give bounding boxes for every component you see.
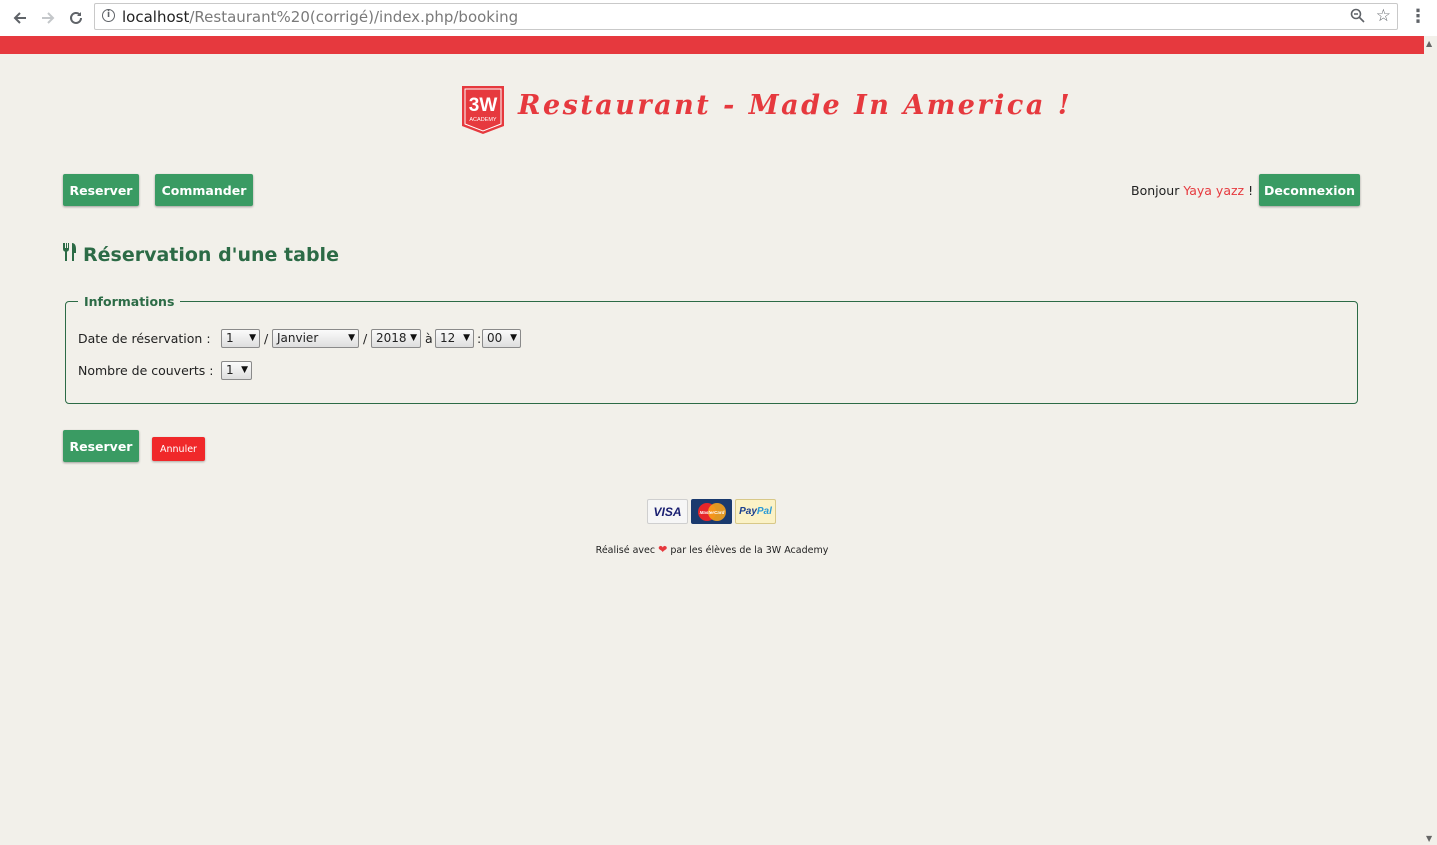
time-colon-separator: : [477, 331, 482, 346]
dropdown-arrow-icon: ▼ [510, 333, 517, 343]
day-select[interactable]: 1 ▼ [221, 329, 260, 348]
greeting-prefix: Bonjour [1131, 183, 1180, 198]
cancel-button[interactable]: Annuler [152, 437, 205, 461]
logo-subtext: ACADEMY [469, 117, 497, 123]
dropdown-arrow-icon: ▼ [241, 365, 248, 375]
reload-icon [70, 11, 82, 24]
header-accent-band [0, 36, 1424, 54]
browser-toolbar: i localhost/Restaurant%20(corrigé)/index… [0, 0, 1437, 36]
minute-select[interactable]: 00 ▼ [482, 329, 521, 348]
url-host: localhost [122, 8, 190, 26]
logo[interactable]: 3W ACADEMY [462, 86, 504, 134]
hour-value: 12 [440, 331, 456, 345]
year-value: 2018 [376, 331, 407, 345]
reload-button[interactable] [65, 7, 87, 29]
dropdown-arrow-icon: ▼ [463, 333, 470, 343]
fieldset-legend: Informations [84, 294, 175, 309]
minute-value: 00 [487, 331, 503, 345]
address-bar[interactable]: i localhost/Restaurant%20(corrigé)/index… [94, 3, 1398, 30]
page-title-text: Réservation d'une table [83, 243, 339, 266]
reserve-nav-button[interactable]: Reserver [63, 174, 139, 206]
url-text[interactable]: localhost/Restaurant%20(corrigé)/index.p… [122, 8, 518, 26]
dropdown-arrow-icon: ▼ [249, 333, 256, 343]
submit-reserve-button[interactable]: Reserver [63, 430, 139, 462]
footer-credit: Réalisé avec ❤ par les élèves de la 3W A… [0, 543, 1424, 556]
covers-select[interactable]: 1 ▼ [221, 361, 252, 380]
heart-icon: ❤ [658, 543, 668, 556]
scroll-down-arrow-icon[interactable]: ▼ [1426, 834, 1432, 843]
paypal-text-pay: Pay [739, 506, 757, 517]
user-name: Yaya yazz [1183, 183, 1245, 198]
page-title: Réservation d'une table [62, 243, 339, 266]
scroll-up-arrow-icon[interactable]: ▲ [1426, 39, 1432, 48]
greeting-suffix: ! [1248, 183, 1254, 198]
arrow-left-icon [13, 12, 26, 24]
dropdown-arrow-icon: ▼ [410, 333, 417, 343]
cutlery-icon [62, 243, 77, 266]
forward-button[interactable] [37, 7, 59, 29]
logout-button[interactable]: Deconnexion [1259, 174, 1360, 206]
time-at-separator: à [425, 331, 433, 346]
url-path: /Restaurant%20(corrigé)/index.php/bookin… [189, 8, 519, 26]
order-nav-button[interactable]: Commander [155, 174, 253, 206]
greeting: Bonjour Yaya yazz ! [1131, 183, 1253, 198]
day-value: 1 [226, 331, 234, 345]
scrollbar[interactable]: ▲ ▼ [1424, 36, 1437, 845]
zoom-icon[interactable] [1350, 8, 1365, 27]
covers-value: 1 [226, 363, 234, 377]
informations-fieldset: Informations [65, 294, 1358, 404]
logo-text: 3W [469, 95, 498, 116]
paypal-logo: Pay Pal [735, 499, 776, 524]
date-label: Date de réservation : [78, 331, 211, 346]
vertical-dots-icon[interactable]: ⋮ [1409, 6, 1427, 30]
footer-text-after: par les élèves de la 3W Academy [670, 545, 829, 556]
visa-logo: VISA [647, 499, 688, 524]
date-separator: / [363, 331, 368, 346]
arrow-right-icon [42, 12, 55, 24]
dropdown-arrow-icon: ▼ [348, 333, 355, 343]
paypal-text-pal: Pal [756, 506, 772, 517]
back-button[interactable] [9, 7, 31, 29]
footer-text-before: Réalisé avec [595, 545, 656, 556]
bookmark-star-icon[interactable]: ☆ [1376, 6, 1391, 26]
site-title[interactable]: Restaurant - Made In America ! [518, 90, 1072, 121]
year-select[interactable]: 2018 ▼ [371, 329, 421, 348]
month-select[interactable]: Janvier ▼ [272, 329, 359, 348]
mastercard-text: MasterCard [699, 510, 724, 515]
info-icon[interactable]: i [102, 9, 115, 22]
covers-label: Nombre de couverts : [78, 363, 214, 378]
hour-select[interactable]: 12 ▼ [435, 329, 474, 348]
date-separator: / [264, 331, 269, 346]
mastercard-logo: MasterCard [691, 499, 732, 524]
month-value: Janvier [277, 331, 319, 345]
